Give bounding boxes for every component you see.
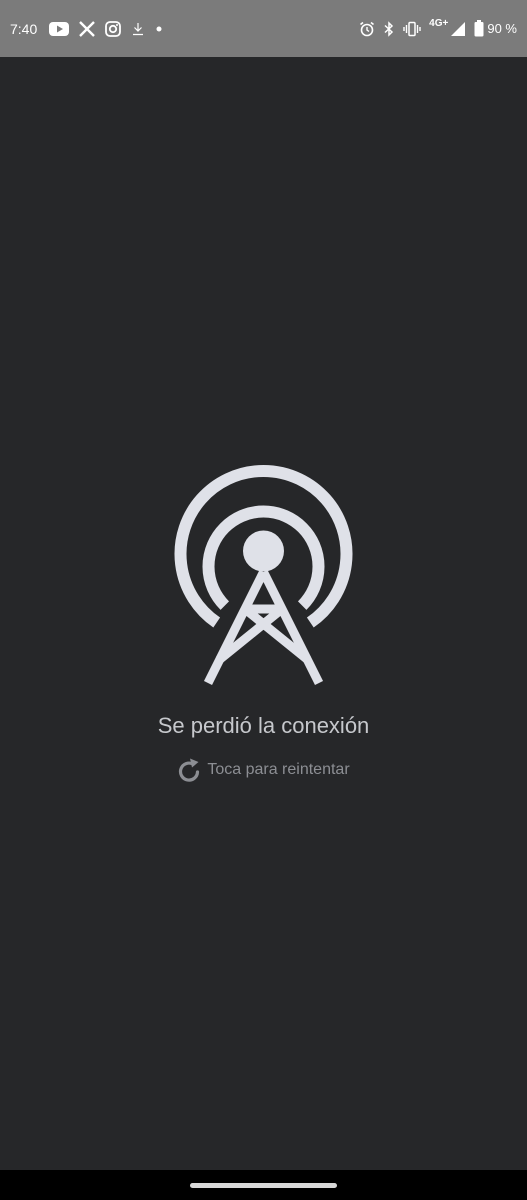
broadcast-tower-icon [174,464,353,686]
retry-label: Toca para reintentar [207,761,350,778]
error-title: Se perdió la conexión [157,713,370,738]
signal-icon [450,21,466,37]
retry-button[interactable]: Toca para reintentar [0,757,527,783]
x-icon [79,20,96,37]
battery-icon [474,20,484,37]
refresh-icon [177,757,201,783]
youtube-icon [49,21,70,36]
home-gesture-handle[interactable] [190,1183,337,1188]
status-bar-left: 7:40 [10,21,173,37]
status-bar-right: 4G+ 90 % [359,18,517,37]
instagram-icon [105,20,122,37]
dot-icon [155,25,163,33]
status-bar: 7:40 4G+ 90 % [0,0,527,57]
battery-percent: 90 % [487,21,517,36]
bluetooth-icon [383,20,395,37]
network-type: 4G+ [429,18,449,29]
status-time: 7:40 [10,20,38,37]
navigation-bar [0,1170,527,1200]
vibrate-icon [403,21,421,37]
alarm-icon [359,21,375,37]
download-icon [131,22,145,36]
connection-lost-screen: Se perdió la conexión Toca para reintent… [0,57,527,1170]
